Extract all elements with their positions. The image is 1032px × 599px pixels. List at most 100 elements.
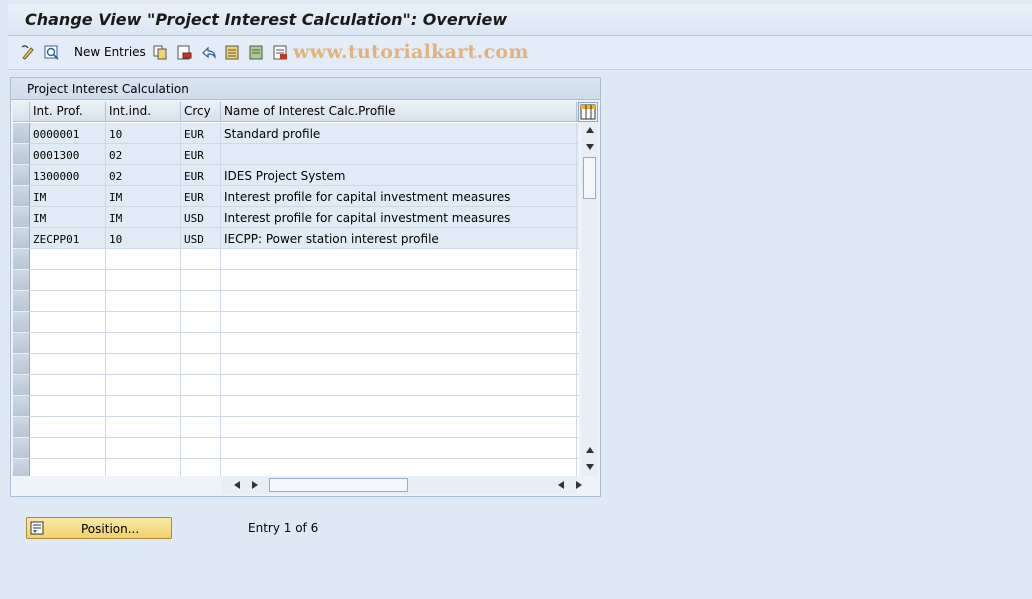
table-cell-ind: 02 xyxy=(106,165,181,186)
row-selector[interactable] xyxy=(13,144,30,165)
row-selector[interactable] xyxy=(13,291,30,312)
table-row[interactable]: 130000002EURIDES Project SystemS xyxy=(13,165,579,186)
table-cell-name: IDES Project System xyxy=(221,165,577,186)
table-row[interactable]: ZECPP01 10 USD IECPP: Power station interes… xyxy=(13,228,579,249)
scroll-down-icon[interactable] xyxy=(585,143,595,151)
table-cell-more xyxy=(577,396,579,417)
table-row[interactable] xyxy=(13,375,579,396)
row-selector[interactable] xyxy=(13,375,30,396)
scroll-page-down-icon[interactable] xyxy=(585,463,595,471)
table-cell-ind: IM xyxy=(106,186,181,207)
scroll-up-icon[interactable] xyxy=(585,126,595,134)
row-selector[interactable] xyxy=(13,207,30,228)
row-selector[interactable] xyxy=(13,354,30,375)
table-cell-crcy xyxy=(181,459,221,476)
table-row[interactable]: IM IM EUR Interest profile for capital inve… xyxy=(13,186,579,207)
scroll-page-left-icon[interactable] xyxy=(557,480,565,490)
position-button[interactable]: Position... xyxy=(26,517,172,539)
table-cell-crcy: EUR xyxy=(181,144,221,165)
scroll-page-right-icon[interactable] xyxy=(575,480,583,490)
table-cell-ind: 10 xyxy=(106,228,181,249)
table-row[interactable] xyxy=(13,291,579,312)
column-header-int-prof[interactable]: Int. Prof. xyxy=(30,102,106,122)
copy-icon[interactable] xyxy=(152,44,169,61)
table-cell-prof xyxy=(30,417,106,438)
table-row[interactable] xyxy=(13,438,579,459)
row-selector[interactable] xyxy=(13,186,30,207)
row-selector[interactable] xyxy=(13,123,30,144)
table-row[interactable]: 000130002EUR S xyxy=(13,144,579,165)
table-cell-crcy xyxy=(181,333,221,354)
row-selector[interactable] xyxy=(13,270,30,291)
table-cell-more: S xyxy=(577,144,579,165)
table-cell-prof xyxy=(30,333,106,354)
scroll-left-icon[interactable] xyxy=(233,480,241,490)
table-row[interactable] xyxy=(13,417,579,438)
row-selector[interactable] xyxy=(13,417,30,438)
table-cell-prof xyxy=(30,249,106,270)
row-selector[interactable] xyxy=(13,396,30,417)
table-row[interactable] xyxy=(13,333,579,354)
display-change-icon[interactable] xyxy=(20,44,37,61)
table-cell-more xyxy=(577,459,579,476)
table-row[interactable] xyxy=(13,312,579,333)
table-cell-name xyxy=(221,438,577,459)
undo-icon[interactable] xyxy=(200,44,217,61)
column-header-int-ind[interactable]: Int.ind. xyxy=(106,102,181,122)
scroll-right-icon[interactable] xyxy=(251,480,259,490)
row-selector[interactable] xyxy=(13,165,30,186)
table-cell-name: Interest profile for capital investment … xyxy=(221,186,577,207)
table-cell-name xyxy=(221,354,577,375)
row-selector[interactable] xyxy=(13,438,30,459)
table-cell-name xyxy=(221,312,577,333)
new-entries-button[interactable]: New Entries xyxy=(74,45,146,59)
column-header-crcy[interactable]: Crcy xyxy=(181,102,221,122)
delete-icon[interactable] xyxy=(176,44,193,61)
horizontal-scrollbar[interactable] xyxy=(221,476,582,494)
table-row[interactable] xyxy=(13,396,579,417)
table-cell-ind xyxy=(106,375,181,396)
table-panel: Project Interest Calculation Int. Prof. … xyxy=(10,77,601,497)
table-cell-name xyxy=(221,396,577,417)
row-selector[interactable] xyxy=(13,333,30,354)
select-all-header[interactable] xyxy=(13,102,30,122)
column-header-name[interactable]: Name of Interest Calc.Profile xyxy=(221,102,577,122)
application-toolbar: New Entries www.tutorialkart.com xyxy=(8,37,1032,70)
table-row[interactable]: IM IM USD Interest profile for capital inve… xyxy=(13,207,579,228)
position-icon xyxy=(30,521,44,535)
table-cell-crcy xyxy=(181,438,221,459)
vertical-scrollbar[interactable] xyxy=(581,123,598,476)
table-cell-ind xyxy=(106,270,181,291)
column-settings-button[interactable] xyxy=(578,102,598,122)
scroll-page-up-icon[interactable] xyxy=(585,446,595,454)
table-cell-ind xyxy=(106,249,181,270)
table-cell-name xyxy=(221,291,577,312)
table-row[interactable] xyxy=(13,270,579,291)
vertical-scroll-thumb[interactable] xyxy=(583,157,596,199)
table-cell-crcy: EUR xyxy=(181,186,221,207)
table-cell-name xyxy=(221,270,577,291)
horizontal-scroll-thumb[interactable] xyxy=(269,478,408,492)
deselect-all-icon[interactable] xyxy=(272,44,289,61)
table-cell-crcy: USD xyxy=(181,228,221,249)
table-row[interactable] xyxy=(13,354,579,375)
row-selector[interactable] xyxy=(13,228,30,249)
row-selector[interactable] xyxy=(13,249,30,270)
table-cell-prof xyxy=(30,459,106,476)
details-icon[interactable] xyxy=(43,44,60,61)
table-cell-name xyxy=(221,333,577,354)
table-cell-more: S xyxy=(577,165,579,186)
table-cell-crcy xyxy=(181,375,221,396)
select-block-icon[interactable] xyxy=(248,44,265,61)
entry-counter: Entry 1 of 6 xyxy=(248,521,319,535)
select-all-icon[interactable] xyxy=(224,44,241,61)
table-cell-crcy: EUR xyxy=(181,123,221,144)
table-title-bar: Project Interest Calculation xyxy=(11,78,600,100)
row-selector[interactable] xyxy=(13,312,30,333)
table-row[interactable] xyxy=(13,249,579,270)
title-bar: Change View "Project Interest Calculatio… xyxy=(8,4,1032,36)
table-cell-crcy xyxy=(181,270,221,291)
table-row[interactable] xyxy=(13,459,579,476)
table-row[interactable]: 000000110EURStandard profileF xyxy=(13,123,579,144)
row-selector[interactable] xyxy=(13,459,30,476)
